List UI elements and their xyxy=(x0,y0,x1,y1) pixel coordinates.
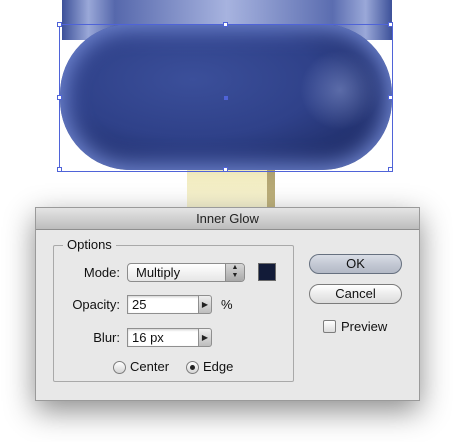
opacity-stepper[interactable]: ▶ xyxy=(198,295,212,314)
triangle-right-icon: ▶ xyxy=(201,333,209,342)
inner-glow-dialog: Inner Glow Options Mode: Multiply ▲ ▼ Opa… xyxy=(35,207,420,401)
center-radio-label[interactable]: Center xyxy=(130,359,169,374)
blur-input[interactable]: 16 px xyxy=(127,328,201,347)
mode-label: Mode: xyxy=(83,265,120,280)
selection-center-point xyxy=(224,96,228,100)
dialog-title[interactable]: Inner Glow xyxy=(36,208,419,230)
selection-handle-bottom-center[interactable] xyxy=(223,167,228,172)
options-group-title: Options xyxy=(63,237,116,252)
ok-button[interactable]: OK xyxy=(309,254,402,274)
popup-arrows-icon: ▲ ▼ xyxy=(225,264,244,281)
mode-popup[interactable]: Multiply ▲ ▼ xyxy=(127,263,245,282)
blur-stepper[interactable]: ▶ xyxy=(198,328,212,347)
selection-handle-middle-right[interactable] xyxy=(388,95,393,100)
opacity-input[interactable]: 25 xyxy=(127,295,201,314)
edge-radio-label[interactable]: Edge xyxy=(203,359,233,374)
edge-radio[interactable] xyxy=(186,361,199,374)
selection-handle-top-right[interactable] xyxy=(388,22,393,27)
preview-label[interactable]: Preview xyxy=(341,319,387,334)
preview-checkbox[interactable] xyxy=(323,320,336,333)
blur-label: Blur: xyxy=(93,330,120,345)
glow-color-swatch[interactable] xyxy=(258,263,276,281)
opacity-unit: % xyxy=(221,297,233,312)
selection-handle-top-center[interactable] xyxy=(223,22,228,27)
cancel-button[interactable]: Cancel xyxy=(309,284,402,304)
triangle-right-icon: ▶ xyxy=(201,300,209,309)
selection-handle-middle-left[interactable] xyxy=(57,95,62,100)
mode-popup-value: Multiply xyxy=(136,265,181,280)
center-radio[interactable] xyxy=(113,361,126,374)
selection-handle-bottom-right[interactable] xyxy=(388,167,393,172)
selection-handle-top-left[interactable] xyxy=(57,22,62,27)
opacity-value: 25 xyxy=(132,297,147,312)
blur-value: 16 px xyxy=(132,330,164,345)
selection-handle-bottom-left[interactable] xyxy=(57,167,62,172)
opacity-label: Opacity: xyxy=(72,297,120,312)
